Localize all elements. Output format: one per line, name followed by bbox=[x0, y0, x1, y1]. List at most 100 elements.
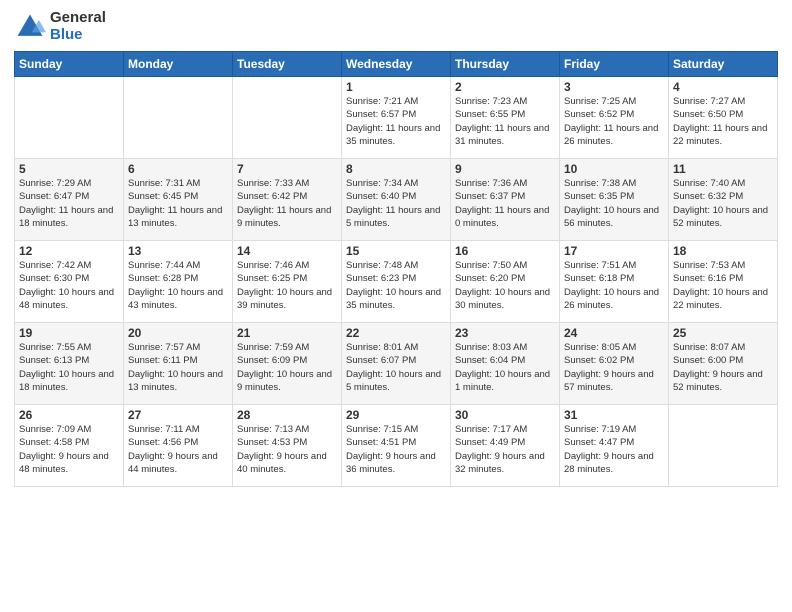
day-info: Sunrise: 8:05 AM Sunset: 6:02 PM Dayligh… bbox=[564, 341, 664, 394]
weekday-friday: Friday bbox=[560, 52, 669, 77]
day-cell: 29Sunrise: 7:15 AM Sunset: 4:51 PM Dayli… bbox=[342, 405, 451, 487]
day-cell: 21Sunrise: 7:59 AM Sunset: 6:09 PM Dayli… bbox=[233, 323, 342, 405]
day-cell: 25Sunrise: 8:07 AM Sunset: 6:00 PM Dayli… bbox=[669, 323, 778, 405]
day-number: 20 bbox=[128, 326, 228, 340]
day-number: 5 bbox=[19, 162, 119, 176]
calendar: SundayMondayTuesdayWednesdayThursdayFrid… bbox=[14, 51, 778, 487]
day-cell: 16Sunrise: 7:50 AM Sunset: 6:20 PM Dayli… bbox=[451, 241, 560, 323]
day-cell: 2Sunrise: 7:23 AM Sunset: 6:55 PM Daylig… bbox=[451, 77, 560, 159]
day-cell: 5Sunrise: 7:29 AM Sunset: 6:47 PM Daylig… bbox=[15, 159, 124, 241]
day-cell: 27Sunrise: 7:11 AM Sunset: 4:56 PM Dayli… bbox=[124, 405, 233, 487]
day-info: Sunrise: 7:44 AM Sunset: 6:28 PM Dayligh… bbox=[128, 259, 228, 312]
day-cell: 10Sunrise: 7:38 AM Sunset: 6:35 PM Dayli… bbox=[560, 159, 669, 241]
day-cell: 1Sunrise: 7:21 AM Sunset: 6:57 PM Daylig… bbox=[342, 77, 451, 159]
day-cell: 26Sunrise: 7:09 AM Sunset: 4:58 PM Dayli… bbox=[15, 405, 124, 487]
day-cell: 8Sunrise: 7:34 AM Sunset: 6:40 PM Daylig… bbox=[342, 159, 451, 241]
page: General Blue SundayMondayTuesdayWednesda… bbox=[0, 0, 792, 612]
day-cell: 6Sunrise: 7:31 AM Sunset: 6:45 PM Daylig… bbox=[124, 159, 233, 241]
day-info: Sunrise: 7:55 AM Sunset: 6:13 PM Dayligh… bbox=[19, 341, 119, 394]
day-info: Sunrise: 8:07 AM Sunset: 6:00 PM Dayligh… bbox=[673, 341, 773, 394]
weekday-tuesday: Tuesday bbox=[233, 52, 342, 77]
weekday-wednesday: Wednesday bbox=[342, 52, 451, 77]
day-number: 19 bbox=[19, 326, 119, 340]
weekday-header-row: SundayMondayTuesdayWednesdayThursdayFrid… bbox=[15, 52, 778, 77]
day-info: Sunrise: 8:03 AM Sunset: 6:04 PM Dayligh… bbox=[455, 341, 555, 394]
day-info: Sunrise: 7:42 AM Sunset: 6:30 PM Dayligh… bbox=[19, 259, 119, 312]
day-number: 7 bbox=[237, 162, 337, 176]
day-number: 31 bbox=[564, 408, 664, 422]
day-cell: 22Sunrise: 8:01 AM Sunset: 6:07 PM Dayli… bbox=[342, 323, 451, 405]
day-info: Sunrise: 7:59 AM Sunset: 6:09 PM Dayligh… bbox=[237, 341, 337, 394]
day-number: 8 bbox=[346, 162, 446, 176]
logo: General Blue bbox=[14, 10, 106, 43]
day-number: 22 bbox=[346, 326, 446, 340]
day-info: Sunrise: 8:01 AM Sunset: 6:07 PM Dayligh… bbox=[346, 341, 446, 394]
weekday-monday: Monday bbox=[124, 52, 233, 77]
day-info: Sunrise: 7:40 AM Sunset: 6:32 PM Dayligh… bbox=[673, 177, 773, 230]
day-number: 11 bbox=[673, 162, 773, 176]
day-cell: 4Sunrise: 7:27 AM Sunset: 6:50 PM Daylig… bbox=[669, 77, 778, 159]
day-number: 29 bbox=[346, 408, 446, 422]
day-cell: 7Sunrise: 7:33 AM Sunset: 6:42 PM Daylig… bbox=[233, 159, 342, 241]
day-cell: 9Sunrise: 7:36 AM Sunset: 6:37 PM Daylig… bbox=[451, 159, 560, 241]
day-number: 26 bbox=[19, 408, 119, 422]
day-cell: 3Sunrise: 7:25 AM Sunset: 6:52 PM Daylig… bbox=[560, 77, 669, 159]
day-info: Sunrise: 7:17 AM Sunset: 4:49 PM Dayligh… bbox=[455, 423, 555, 476]
day-number: 30 bbox=[455, 408, 555, 422]
day-info: Sunrise: 7:27 AM Sunset: 6:50 PM Dayligh… bbox=[673, 95, 773, 148]
day-cell: 19Sunrise: 7:55 AM Sunset: 6:13 PM Dayli… bbox=[15, 323, 124, 405]
day-info: Sunrise: 7:13 AM Sunset: 4:53 PM Dayligh… bbox=[237, 423, 337, 476]
day-cell: 13Sunrise: 7:44 AM Sunset: 6:28 PM Dayli… bbox=[124, 241, 233, 323]
day-number: 4 bbox=[673, 80, 773, 94]
day-number: 6 bbox=[128, 162, 228, 176]
day-cell bbox=[124, 77, 233, 159]
day-number: 3 bbox=[564, 80, 664, 94]
day-cell: 14Sunrise: 7:46 AM Sunset: 6:25 PM Dayli… bbox=[233, 241, 342, 323]
day-cell: 28Sunrise: 7:13 AM Sunset: 4:53 PM Dayli… bbox=[233, 405, 342, 487]
week-row-2: 12Sunrise: 7:42 AM Sunset: 6:30 PM Dayli… bbox=[15, 241, 778, 323]
day-cell: 11Sunrise: 7:40 AM Sunset: 6:32 PM Dayli… bbox=[669, 159, 778, 241]
day-cell: 23Sunrise: 8:03 AM Sunset: 6:04 PM Dayli… bbox=[451, 323, 560, 405]
weekday-saturday: Saturday bbox=[669, 52, 778, 77]
day-info: Sunrise: 7:31 AM Sunset: 6:45 PM Dayligh… bbox=[128, 177, 228, 230]
day-number: 21 bbox=[237, 326, 337, 340]
day-info: Sunrise: 7:29 AM Sunset: 6:47 PM Dayligh… bbox=[19, 177, 119, 230]
logo-text: General Blue bbox=[50, 10, 106, 43]
day-cell: 20Sunrise: 7:57 AM Sunset: 6:11 PM Dayli… bbox=[124, 323, 233, 405]
week-row-1: 5Sunrise: 7:29 AM Sunset: 6:47 PM Daylig… bbox=[15, 159, 778, 241]
day-info: Sunrise: 7:38 AM Sunset: 6:35 PM Dayligh… bbox=[564, 177, 664, 230]
day-info: Sunrise: 7:36 AM Sunset: 6:37 PM Dayligh… bbox=[455, 177, 555, 230]
day-number: 13 bbox=[128, 244, 228, 258]
day-number: 28 bbox=[237, 408, 337, 422]
day-cell: 18Sunrise: 7:53 AM Sunset: 6:16 PM Dayli… bbox=[669, 241, 778, 323]
day-info: Sunrise: 7:23 AM Sunset: 6:55 PM Dayligh… bbox=[455, 95, 555, 148]
header: General Blue bbox=[14, 10, 778, 43]
day-cell: 24Sunrise: 8:05 AM Sunset: 6:02 PM Dayli… bbox=[560, 323, 669, 405]
day-number: 16 bbox=[455, 244, 555, 258]
day-cell bbox=[669, 405, 778, 487]
weekday-sunday: Sunday bbox=[15, 52, 124, 77]
day-info: Sunrise: 7:57 AM Sunset: 6:11 PM Dayligh… bbox=[128, 341, 228, 394]
day-info: Sunrise: 7:21 AM Sunset: 6:57 PM Dayligh… bbox=[346, 95, 446, 148]
day-number: 25 bbox=[673, 326, 773, 340]
day-number: 10 bbox=[564, 162, 664, 176]
day-info: Sunrise: 7:48 AM Sunset: 6:23 PM Dayligh… bbox=[346, 259, 446, 312]
day-number: 12 bbox=[19, 244, 119, 258]
day-cell: 17Sunrise: 7:51 AM Sunset: 6:18 PM Dayli… bbox=[560, 241, 669, 323]
day-cell bbox=[233, 77, 342, 159]
day-number: 1 bbox=[346, 80, 446, 94]
day-number: 24 bbox=[564, 326, 664, 340]
day-number: 14 bbox=[237, 244, 337, 258]
week-row-0: 1Sunrise: 7:21 AM Sunset: 6:57 PM Daylig… bbox=[15, 77, 778, 159]
day-number: 27 bbox=[128, 408, 228, 422]
day-info: Sunrise: 7:34 AM Sunset: 6:40 PM Dayligh… bbox=[346, 177, 446, 230]
day-info: Sunrise: 7:46 AM Sunset: 6:25 PM Dayligh… bbox=[237, 259, 337, 312]
day-info: Sunrise: 7:11 AM Sunset: 4:56 PM Dayligh… bbox=[128, 423, 228, 476]
day-number: 23 bbox=[455, 326, 555, 340]
week-row-3: 19Sunrise: 7:55 AM Sunset: 6:13 PM Dayli… bbox=[15, 323, 778, 405]
day-info: Sunrise: 7:33 AM Sunset: 6:42 PM Dayligh… bbox=[237, 177, 337, 230]
day-number: 17 bbox=[564, 244, 664, 258]
day-number: 2 bbox=[455, 80, 555, 94]
day-info: Sunrise: 7:51 AM Sunset: 6:18 PM Dayligh… bbox=[564, 259, 664, 312]
day-cell: 31Sunrise: 7:19 AM Sunset: 4:47 PM Dayli… bbox=[560, 405, 669, 487]
